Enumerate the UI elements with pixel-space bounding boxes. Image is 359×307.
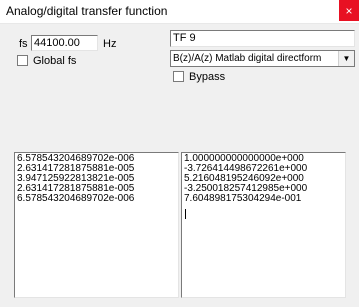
list-item: 7.604898175304294e-001 [184,193,302,204]
filter-mode-value: B(z)/A(z) Matlab digital directform [173,53,322,64]
window-title: Analog/digital transfer function [6,4,168,18]
denominator-coefficients-box[interactable]: 1.000000000000000e+000 -3.72641449867226… [181,152,346,298]
fs-input[interactable]: 44100.00 [31,35,98,51]
bypass-checkbox[interactable] [173,71,184,82]
chevron-down-icon[interactable]: ▼ [338,51,354,66]
numerator-coefficients-box[interactable]: 6.578543204689702e-006 2.631417281875881… [14,152,179,298]
bypass-label: Bypass [189,71,226,83]
list-item: 6.578543204689702e-006 [17,193,135,204]
fs-unit-label: Hz [103,38,117,50]
global-fs-checkbox[interactable] [17,55,28,66]
close-icon: × [345,3,353,18]
close-button[interactable]: × [339,0,359,21]
title-bar[interactable]: Analog/digital transfer function × [0,0,359,24]
filter-mode-select[interactable]: B(z)/A(z) Matlab digital directform ▼ [170,50,355,67]
filter-name-input[interactable]: TF 9 [170,30,355,47]
fs-label: fs [19,38,28,50]
text-cursor [185,209,186,219]
global-fs-label: Global fs [33,55,77,67]
transfer-function-window: Analog/digital transfer function × fs 44… [0,0,359,307]
